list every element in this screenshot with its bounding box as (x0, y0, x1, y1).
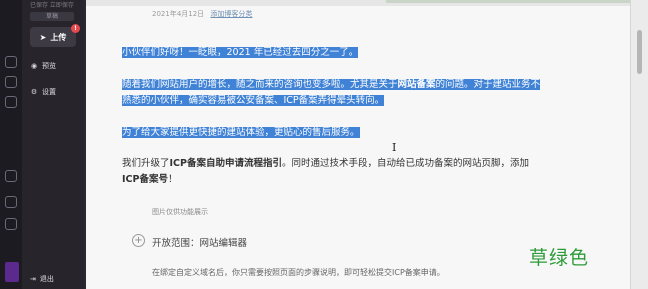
add-block-icon[interactable]: + (132, 234, 145, 247)
gear-icon: ⚙ (30, 88, 38, 96)
logout-button[interactable]: ⇥ 退出 (30, 271, 76, 287)
text-cursor-icon: I (392, 141, 397, 154)
section-heading[interactable]: 开放范围：网站编辑器 (152, 235, 247, 249)
document-editor[interactable]: 2021年4月12日 添加博客分类 小伙伴们好呀！一眨眼，2021 年已经过去四… (86, 0, 630, 289)
editor-sidebar: 已保存 立即保存 草稿 ➤ 上传 ! ◉ 预览 ⚙ 设置 ⇥ 退出 (22, 0, 84, 289)
app-rail-icon[interactable] (5, 56, 17, 68)
overlay-annotation: 草绿色 (529, 247, 590, 269)
alert-badge: ! (71, 24, 80, 33)
paragraph[interactable]: 我们升级了ICP备案自助申请流程指引。同时通过技术手段，自动给已成功备案的网站页… (122, 156, 552, 188)
paragraph-text: 的问题。对于建站业务不 (435, 79, 541, 90)
sidebar-item-label: 设置 (42, 88, 56, 96)
publish-button[interactable]: ➤ 上传 ! (30, 24, 80, 47)
paragraph-text: 随着我们网站用户的增长，随之而来的咨询也变多啦。尤其是关于 (122, 79, 398, 90)
app-rail-active-indicator (5, 262, 19, 282)
app-rail-icon[interactable] (5, 218, 17, 230)
app-rail-icon[interactable] (5, 196, 17, 208)
add-category-link[interactable]: 添加博客分类 (210, 10, 252, 18)
paragraph-selected[interactable]: 随着我们网站用户的增长，随之而来的咨询也变多啦。尤其是关于网站备案的问题。对于建… (122, 77, 592, 109)
paragraph-text-bold: ICP备案自助申请流程指引 (169, 158, 282, 169)
paragraph-text: 小伙伴们好呀！一眨眼，2021 年已经过去四分之一了。 (122, 47, 359, 58)
paragraph-text: 熟悉的小伙伴，确实容易被公安备案、ICP备案弄得晕头转向。 (122, 95, 385, 106)
send-icon: ➤ (39, 32, 47, 42)
scrollbar[interactable] (630, 0, 648, 289)
editor-top-accent (386, 0, 630, 3)
sidebar-item-settings[interactable]: ⚙ 设置 (30, 84, 76, 100)
sidebar-item-label: 预览 (42, 62, 56, 70)
paragraph[interactable]: 在绑定自定义域名后，你只需要按照页面的步骤说明，即可轻松提交ICP备案申请。 (152, 267, 445, 278)
paragraph-text: 我们升级了 (122, 158, 170, 169)
paragraph-selected[interactable]: 为了给大家提供更快捷的建站体验，更贴心的售后服务。 (122, 125, 360, 141)
app-rail-icon[interactable] (5, 96, 17, 108)
publish-label: 上传 (50, 32, 67, 42)
image-caption: 图片仅供功能展示 (152, 208, 208, 216)
sidebar-item-preview[interactable]: ◉ 预览 (30, 58, 76, 74)
logout-label: 退出 (39, 275, 54, 283)
paragraph-text: 为了给大家提供更快捷的建站体验，更贴心的售后服务。 (122, 127, 360, 138)
post-date: 2021年4月12日 (152, 10, 205, 18)
paragraph-text: 。同时通过技术手段，自动给已成功备案的网站页脚，添加 (282, 158, 530, 169)
app-rail-icon[interactable] (5, 76, 17, 88)
eye-icon: ◉ (30, 62, 38, 70)
post-meta: 2021年4月12日 添加博客分类 (152, 9, 252, 19)
save-status[interactable]: 已保存 立即保存 (30, 0, 74, 9)
paragraph-text-bold: ICP备案号 (122, 174, 168, 185)
paragraph-text-bold: 网站备案 (397, 79, 436, 90)
app-rail (0, 0, 22, 289)
app-rail-icon[interactable] (5, 170, 17, 182)
scrollbar-thumb[interactable] (637, 30, 642, 74)
draft-tag: 草稿 (30, 12, 74, 21)
logout-icon: ⇥ (30, 275, 36, 283)
paragraph-selected[interactable]: 小伙伴们好呀！一眨眼，2021 年已经过去四分之一了。 (122, 45, 359, 61)
paragraph-text: ！ (167, 174, 178, 185)
